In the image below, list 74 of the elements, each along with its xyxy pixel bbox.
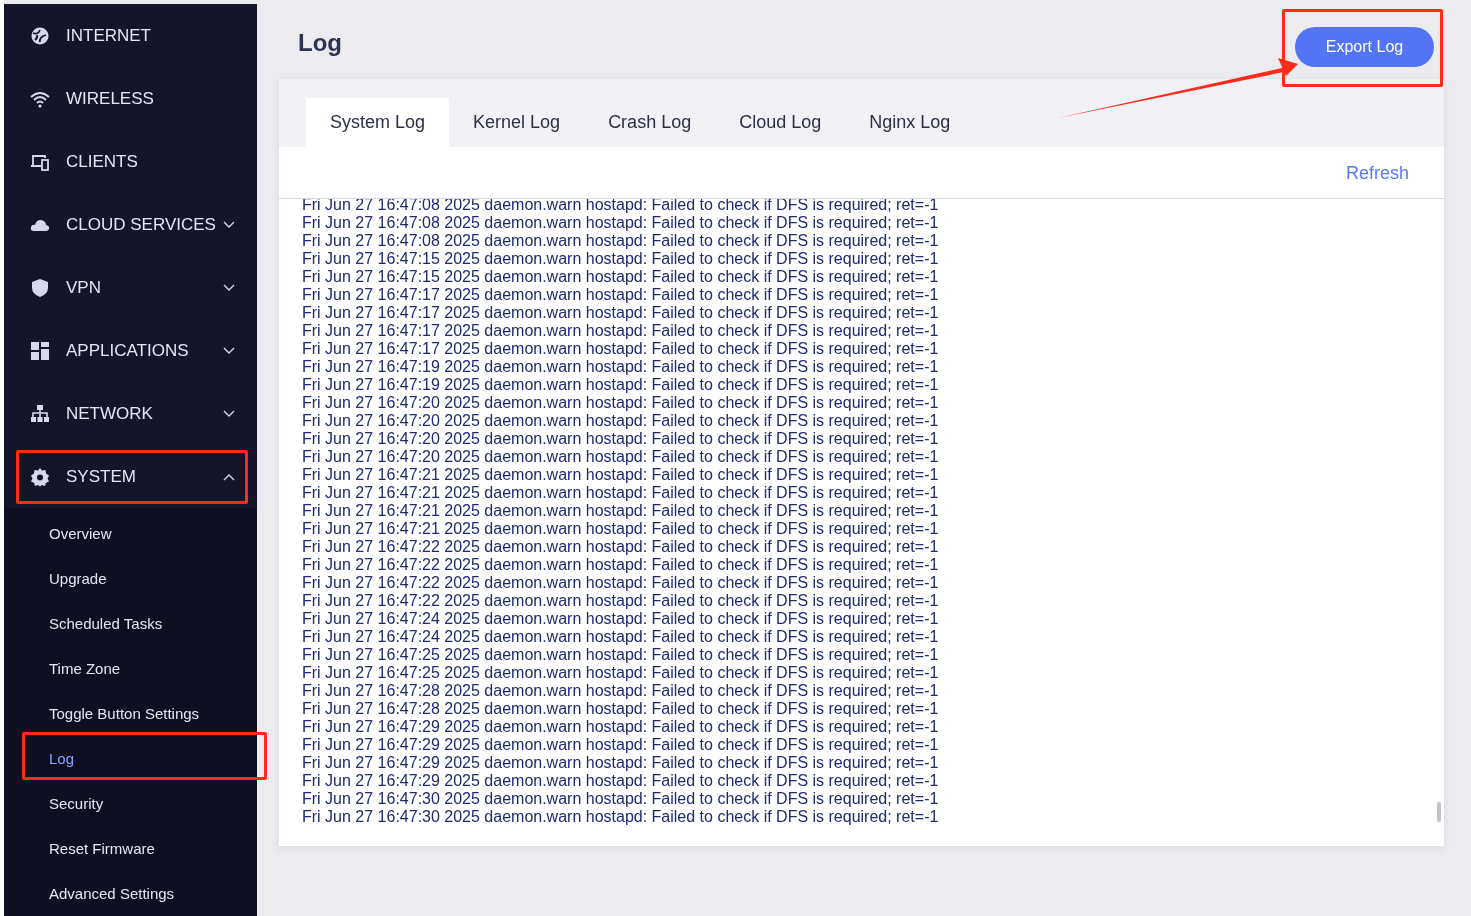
log-line: Fri Jun 27 16:47:17 2025 daemon.warn hostapd: Failed to check if DFS is required; ret=-1 <box>302 322 939 340</box>
shield-icon <box>30 277 50 298</box>
menu-label: CLIENTS <box>66 150 139 173</box>
log-line: Fri Jun 27 16:47:20 2025 daemon.warn hostapd: Failed to check if DFS is required; ret=-1 <box>302 448 939 466</box>
log-line: Fri Jun 27 16:47:22 2025 daemon.warn hostapd: Failed to check if DFS is required; ret=-1 <box>302 574 939 592</box>
log-line: Fri Jun 27 16:47:30 2025 daemon.warn hostapd: Failed to check if DFS is required; ret=-1 <box>302 808 939 826</box>
menu-label: CLOUD SERVICES <box>66 213 217 236</box>
export-log-button[interactable]: Export Log <box>1295 26 1434 67</box>
page-title: Log <box>298 27 342 58</box>
log-line: Fri Jun 27 16:47:25 2025 daemon.warn hostapd: Failed to check if DFS is required; ret=-1 <box>302 646 939 664</box>
log-line: Fri Jun 27 16:47:15 2025 daemon.warn hostapd: Failed to check if DFS is required; ret=-1 <box>302 250 939 268</box>
menu-group[interactable]: NETWORK <box>4 382 257 445</box>
log-line: Fri Jun 27 16:47:15 2025 daemon.warn hostapd: Failed to check if DFS is required; ret=-1 <box>302 268 939 286</box>
log-line: Fri Jun 27 16:47:08 2025 daemon.warn hostapd: Failed to check if DFS is required; ret=-1 <box>302 214 939 232</box>
log-line: Fri Jun 27 16:47:29 2025 daemon.warn hostapd: Failed to check if DFS is required; ret=-1 <box>302 754 939 772</box>
menu-label: VPN <box>66 276 102 299</box>
menu-item[interactable]: CLIENTS <box>4 130 257 193</box>
log-line: Fri Jun 27 16:47:19 2025 daemon.warn hostapd: Failed to check if DFS is required; ret=-1 <box>302 358 939 376</box>
tab[interactable]: Nginx Log <box>845 98 975 147</box>
menu-label: WIRELESS <box>66 87 155 110</box>
log-line: Fri Jun 27 16:47:24 2025 daemon.warn hostapd: Failed to check if DFS is required; ret=-1 <box>302 610 939 628</box>
log-line: Fri Jun 27 16:47:21 2025 daemon.warn hostapd: Failed to check if DFS is required; ret=-1 <box>302 466 939 484</box>
log-line: Fri Jun 27 16:47:30 2025 daemon.warn hostapd: Failed to check if DFS is required; ret=-1 <box>302 790 939 808</box>
log-line: Fri Jun 27 16:47:17 2025 daemon.warn hostapd: Failed to check if DFS is required; ret=-1 <box>302 340 939 358</box>
log-line: Fri Jun 27 16:47:21 2025 daemon.warn hostapd: Failed to check if DFS is required; ret=-1 <box>302 484 939 502</box>
log-line: Fri Jun 27 16:47:29 2025 daemon.warn hostapd: Failed to check if DFS is required; ret=-1 <box>302 772 939 790</box>
log-line: Fri Jun 27 16:47:17 2025 daemon.warn hostapd: Failed to check if DFS is required; ret=-1 <box>302 304 939 322</box>
submenu-item[interactable]: Overview <box>4 512 257 557</box>
tab[interactable]: Kernel Log <box>449 98 585 147</box>
menu-label: APPLICATIONS <box>66 339 190 362</box>
log-line: Fri Jun 27 16:47:21 2025 daemon.warn hostapd: Failed to check if DFS is required; ret=-1 <box>302 520 939 538</box>
menu-label: NETWORK <box>66 402 154 425</box>
log-line: Fri Jun 27 16:47:21 2025 daemon.warn hostapd: Failed to check if DFS is required; ret=-1 <box>302 502 939 520</box>
menu-group[interactable]: CLOUD SERVICES <box>4 193 257 256</box>
submenu-item[interactable]: Scheduled Tasks <box>4 602 257 647</box>
submenu-item[interactable]: Log <box>4 737 257 782</box>
tab[interactable]: System Log <box>306 98 450 147</box>
menu-group[interactable]: APPLICATIONS <box>4 319 257 382</box>
tab[interactable]: Crash Log <box>584 98 716 147</box>
log-line: Fri Jun 27 16:47:29 2025 daemon.warn hostapd: Failed to check if DFS is required; ret=-1 <box>302 718 939 736</box>
log-line: Fri Jun 27 16:47:20 2025 daemon.warn hostapd: Failed to check if DFS is required; ret=-1 <box>302 412 939 430</box>
network-icon <box>30 403 50 424</box>
scrollbar-thumb[interactable] <box>1437 802 1441 822</box>
log-line: Fri Jun 27 16:47:25 2025 daemon.warn hostapd: Failed to check if DFS is required; ret=-1 <box>302 664 939 682</box>
log-line: Fri Jun 27 16:47:17 2025 daemon.warn hostapd: Failed to check if DFS is required; ret=-1 <box>302 286 939 304</box>
log-line: Fri Jun 27 16:47:22 2025 daemon.warn hostapd: Failed to check if DFS is required; ret=-1 <box>302 556 939 574</box>
submenu-item[interactable]: Toggle Button Settings <box>4 692 257 737</box>
submenu-item[interactable]: Advanced Settings <box>4 872 257 916</box>
menu-label: INTERNET <box>66 24 152 47</box>
submenu-item[interactable]: Reset Firmware <box>4 827 257 872</box>
grid-icon <box>30 340 50 361</box>
menu-label: SYSTEM <box>66 465 137 488</box>
log-line: Fri Jun 27 16:47:28 2025 daemon.warn hostapd: Failed to check if DFS is required; ret=-1 <box>302 700 939 718</box>
submenu-item[interactable]: Upgrade <box>4 557 257 602</box>
submenu-item[interactable]: Security <box>4 782 257 827</box>
log-line: Fri Jun 27 16:47:08 2025 daemon.warn hostapd: Failed to check if DFS is required; ret=-1 <box>302 232 939 250</box>
menu-group[interactable]: SYSTEM <box>4 445 257 508</box>
settings-icon <box>30 466 50 487</box>
log-line: Fri Jun 27 16:47:08 2025 daemon.warn hostapd: Failed to check if DFS is required; ret=-1 <box>302 199 939 214</box>
log-line: Fri Jun 27 16:47:20 2025 daemon.warn hostapd: Failed to check if DFS is required; ret=-1 <box>302 430 939 448</box>
log-line: Fri Jun 27 16:47:28 2025 daemon.warn hostapd: Failed to check if DFS is required; ret=-1 <box>302 682 939 700</box>
log-line: Fri Jun 27 16:47:19 2025 daemon.warn hostapd: Failed to check if DFS is required; ret=-1 <box>302 376 939 394</box>
menu-group[interactable]: VPN <box>4 256 257 319</box>
log-line: Fri Jun 27 16:47:22 2025 daemon.warn hostapd: Failed to check if DFS is required; ret=-1 <box>302 592 939 610</box>
log-line: Fri Jun 27 16:47:20 2025 daemon.warn hostapd: Failed to check if DFS is required; ret=-1 <box>302 394 939 412</box>
refresh-link[interactable]: Refresh <box>1345 160 1409 187</box>
log-line: Fri Jun 27 16:47:24 2025 daemon.warn hostapd: Failed to check if DFS is required; ret=-1 <box>302 628 939 646</box>
submenu-item[interactable]: Time Zone <box>4 647 257 692</box>
tab[interactable]: Cloud Log <box>715 98 846 147</box>
log-line: Fri Jun 27 16:47:22 2025 daemon.warn hostapd: Failed to check if DFS is required; ret=-1 <box>302 538 939 556</box>
log-line: Fri Jun 27 16:47:29 2025 daemon.warn hostapd: Failed to check if DFS is required; ret=-1 <box>302 736 939 754</box>
menu-item[interactable]: INTERNET <box>4 4 257 67</box>
globe-icon <box>30 25 50 46</box>
menu-item[interactable]: WIRELESS <box>4 67 257 130</box>
